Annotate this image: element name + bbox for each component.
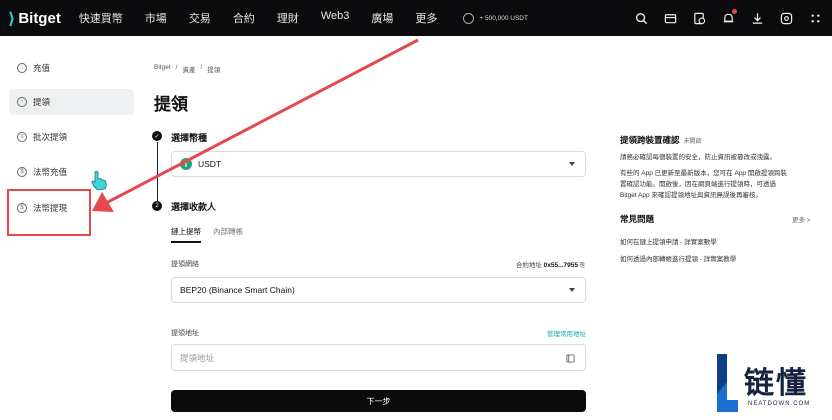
search-icon[interactable] bbox=[634, 11, 648, 25]
chevron-down-icon bbox=[569, 162, 575, 166]
notification-dot bbox=[732, 9, 737, 14]
faq-title: 常見問題 bbox=[620, 214, 655, 224]
cross-device-confirm-title: 提領跨裝置確認 未開啟 bbox=[620, 134, 702, 146]
sidebar-item-label: 批次提領 bbox=[33, 132, 68, 142]
step-2-label: 選擇收款人 bbox=[171, 202, 217, 212]
cross-device-text-2: 有些的 App 已更新至最新版本，您可在 App 開啟提領跨裝置確認功能。開啟後… bbox=[620, 170, 787, 199]
tab-onchain[interactable]: 鏈上提幣 bbox=[171, 226, 201, 243]
sidebar-item-label: 提領 bbox=[33, 97, 51, 107]
usdt-icon: T bbox=[180, 158, 192, 170]
cross-device-confirm-heading: 提領跨裝置確認 bbox=[620, 135, 680, 145]
tab-internal-transfer[interactable]: 內部轉帳 bbox=[213, 226, 243, 243]
faq-more-link[interactable]: 更多 > bbox=[792, 214, 811, 224]
annotation-arrow bbox=[105, 38, 419, 205]
network-label: 提領網絡 bbox=[171, 261, 199, 268]
deposit-icon: ↓ bbox=[17, 63, 27, 73]
batch-withdraw-icon: ≡ bbox=[17, 132, 27, 142]
sidebar-item-label: 法幣充值 bbox=[33, 167, 68, 177]
cross-device-status: 未開啟 bbox=[683, 139, 702, 145]
cross-device-text-1: 請務必確認每個裝置的安全，防止資訊被篡改或洩露。 bbox=[620, 154, 776, 161]
withdraw-icon: ↑ bbox=[17, 97, 27, 107]
nav-item-earn[interactable]: 理財 bbox=[277, 10, 299, 26]
nav-item-square[interactable]: 廣場 bbox=[371, 10, 393, 26]
bitget-logo-text: Bitget bbox=[18, 9, 61, 27]
sidebar-item-label: 充值 bbox=[33, 63, 51, 73]
annotation-highlight-box bbox=[7, 189, 91, 236]
breadcrumb-current: 提領 bbox=[207, 67, 221, 74]
fiat-deposit-icon: $ bbox=[17, 167, 27, 177]
link-icon[interactable]: ⎘ bbox=[580, 262, 585, 269]
nav-item-quick-buy[interactable]: 快速買幣 bbox=[79, 10, 123, 26]
breadcrumb: Bitget / 資產 / 提領 bbox=[154, 64, 225, 74]
address-book-icon[interactable] bbox=[566, 354, 575, 363]
menu-icon[interactable] bbox=[808, 11, 822, 25]
top-navbar: ⟩ Bitget 快速買幣 市場 交易 合約 理財 Web3 廣場 更多 + 5… bbox=[0, 0, 832, 36]
nav-right-icons bbox=[619, 0, 822, 36]
globe-icon[interactable] bbox=[779, 11, 793, 25]
nav-item-more[interactable]: 更多 bbox=[415, 10, 437, 26]
manage-address-link[interactable]: 管理常用地址 bbox=[486, 328, 586, 338]
faq-link[interactable]: 如何在鏈上提領申請 - 詳實案數學 bbox=[620, 236, 717, 246]
history-icon[interactable] bbox=[692, 11, 706, 25]
bitget-logo-icon: ⟩ bbox=[8, 8, 16, 28]
step-connector bbox=[157, 142, 158, 204]
watermark: 链懂 NEATDOWN.COM bbox=[714, 352, 832, 418]
step-1-check-icon: ✓ bbox=[152, 131, 162, 141]
nav-item-web3[interactable]: Web3 bbox=[321, 10, 350, 26]
nav-item-markets[interactable]: 市場 bbox=[145, 10, 167, 26]
watermark-logo-icon bbox=[717, 354, 738, 412]
watermark-text: 链懂 bbox=[744, 366, 808, 401]
bitget-logo[interactable]: ⟩ Bitget bbox=[8, 9, 61, 28]
main-nav: 快速買幣 市場 交易 合約 理財 Web3 廣場 更多 bbox=[79, 10, 460, 26]
address-input[interactable] bbox=[180, 352, 540, 363]
breadcrumb-home[interactable]: Bitget bbox=[154, 64, 171, 74]
faq-link[interactable]: 如何透過內部轉帳進行提領 - 詳實案教學 bbox=[620, 253, 736, 263]
nav-item-futures[interactable]: 合約 bbox=[233, 10, 255, 26]
contract-address: 合約地址 0x55...7955 ⎘ bbox=[470, 259, 585, 270]
sidebar-item-batch-withdraw[interactable]: ≡ 批次提領 bbox=[9, 124, 134, 150]
breadcrumb-separator: / bbox=[175, 64, 178, 71]
download-icon[interactable] bbox=[750, 11, 764, 25]
network-select-value: BEP20 (Binance Smart Chain) bbox=[180, 285, 295, 295]
nav-item-trade[interactable]: 交易 bbox=[189, 10, 211, 26]
page-title: 提領 bbox=[154, 95, 188, 114]
promo-text: + 500,000 USDT bbox=[479, 14, 528, 22]
breadcrumb-assets[interactable]: 資產 bbox=[182, 64, 195, 74]
sidebar-item-deposit[interactable]: ↓ 充值 bbox=[9, 55, 134, 81]
gift-icon bbox=[463, 12, 475, 24]
sidebar-item-fiat-deposit[interactable]: $ 法幣充值 bbox=[9, 159, 134, 185]
contract-address-value[interactable]: 0x55...7955 bbox=[544, 262, 578, 269]
hand-cursor-icon bbox=[91, 170, 107, 191]
address-label: 提領地址 bbox=[171, 330, 199, 337]
next-button[interactable]: 下一步 bbox=[171, 390, 586, 412]
withdraw-type-tabs: 鏈上提幣 內部轉帳 bbox=[171, 226, 255, 243]
contract-address-label: 合約地址 bbox=[515, 262, 542, 269]
bell-icon[interactable] bbox=[721, 9, 737, 25]
breadcrumb-separator: / bbox=[200, 64, 203, 71]
watermark-subtext: NEATDOWN.COM bbox=[748, 401, 811, 407]
coin-select-value: USDT bbox=[198, 159, 222, 169]
address-field[interactable] bbox=[171, 344, 586, 371]
step-1-label: 選擇幣種 bbox=[171, 133, 208, 143]
sidebar-item-withdraw[interactable]: ↑ 提領 bbox=[9, 89, 134, 115]
wallet-icon[interactable] bbox=[663, 11, 677, 25]
promo-banner[interactable]: + 500,000 USDT bbox=[463, 12, 528, 24]
network-select[interactable]: BEP20 (Binance Smart Chain) bbox=[171, 277, 586, 303]
coin-select[interactable]: T USDT bbox=[171, 151, 586, 177]
step-2-number: 2 bbox=[152, 201, 162, 211]
chevron-down-icon bbox=[569, 288, 575, 292]
